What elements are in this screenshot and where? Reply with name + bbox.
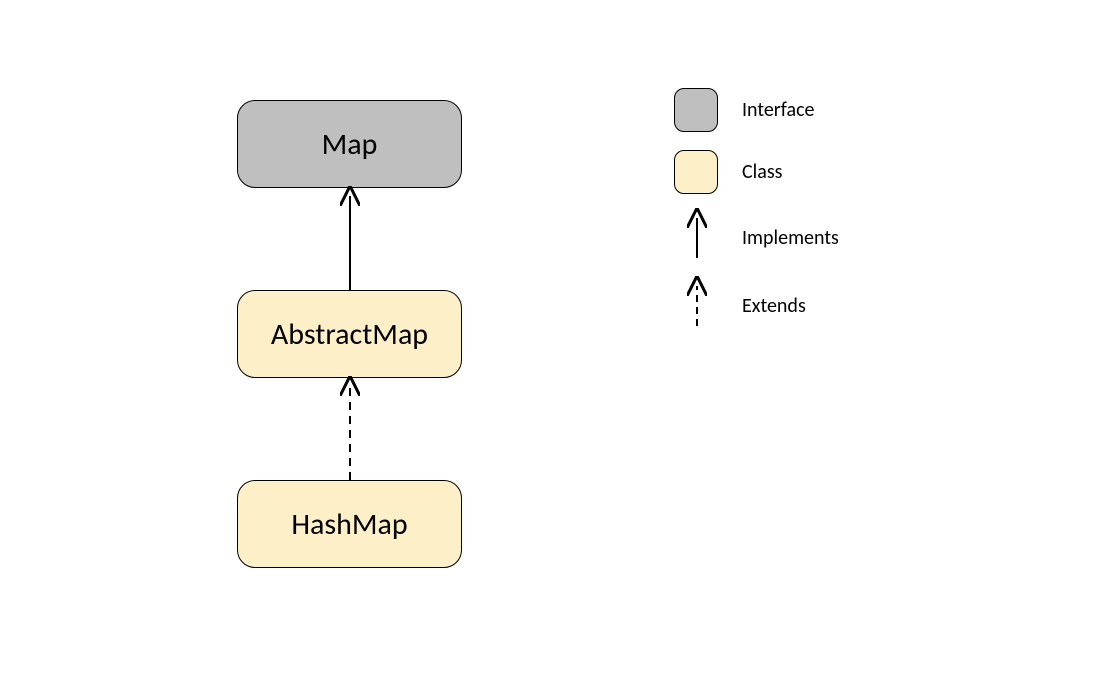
node-abstract-map-label: AbstractMap [271,316,428,353]
legend-swatch-interface [674,88,718,132]
legend-arrow-implements [690,210,704,260]
node-abstract-map: AbstractMap [237,290,462,378]
legend-label-extends: Extends [742,294,806,318]
arrow-implements [340,188,360,290]
node-map: Map [237,100,462,188]
node-hash-map-label: HashMap [291,506,407,543]
legend-label-implements: Implements [742,226,839,250]
arrow-extends [340,378,360,480]
legend-arrow-extends [690,278,704,328]
legend-label-interface: Interface [742,98,814,122]
node-map-label: Map [322,126,378,163]
legend-label-class: Class [742,160,782,184]
legend-swatch-class [674,150,718,194]
node-hash-map: HashMap [237,480,462,568]
